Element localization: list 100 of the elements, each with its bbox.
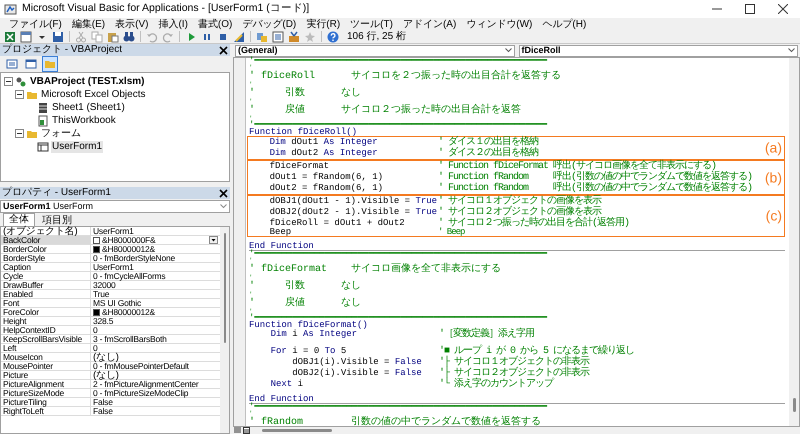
property-name[interactable]: Caption <box>1 263 91 271</box>
property-name[interactable]: Left <box>1 344 91 352</box>
tab[interactable]: 全体 <box>3 213 35 226</box>
tab[interactable]: 項目別 <box>37 215 77 226</box>
maximize-icon[interactable] <box>745 4 755 14</box>
property-value: &H80000012& <box>102 244 155 254</box>
code-comment: ' Function fDiceFormat 呼出(サイコロ画像を全て非表示にする) <box>438 161 716 172</box>
help-icon[interactable] <box>327 30 339 42</box>
horizontal-scrollbar[interactable] <box>262 429 332 432</box>
dropdown-button-icon[interactable] <box>209 236 218 244</box>
menu-item[interactable]: 表示(V) <box>110 18 154 30</box>
workbook-icon <box>37 114 49 126</box>
form-icon <box>37 140 49 152</box>
cursor-position: 106 行, 25 桁 <box>347 31 406 42</box>
properties-icon[interactable] <box>272 30 284 42</box>
comment-line: ' 戻値 なし <box>249 298 362 309</box>
scrollbar[interactable] <box>220 227 229 433</box>
property-name[interactable]: MousePointer <box>1 362 91 370</box>
code-line: Dim i As Integer <box>270 329 358 340</box>
tree-item[interactable]: VBAProject (TEST.xlsm) <box>29 76 146 88</box>
window-title: Microsoft Visual Basic for Applications - [UserForm1 (コード)] <box>22 1 310 16</box>
property-name[interactable]: PictureAlignment <box>1 380 91 388</box>
menu-item[interactable]: 書式(O) <box>192 18 238 30</box>
code-comment: '├ サイコロ１オブジェクトの非表示 <box>439 357 590 368</box>
comment-line: '━━━━━━━━━━━━━━━━━━━━━━━━━━━━━━━━━━━━━━━━━━━━━━━━━━━━━━ <box>249 315 547 322</box>
form-icon[interactable] <box>20 30 32 42</box>
paste-icon[interactable] <box>107 30 119 42</box>
close-icon[interactable] <box>219 46 228 54</box>
comment-line: ' fRandom 引数の値の中でランダムで数値を返答する <box>249 417 542 428</box>
view-toggle-button[interactable] <box>42 56 58 72</box>
code-line: Function fDiceFormat() <box>249 322 368 329</box>
tree-item[interactable]: ThisWorkbook <box>51 114 117 126</box>
property-name[interactable]: BackColor <box>1 236 91 244</box>
menu-item[interactable]: ファイル(F) <box>4 18 67 30</box>
property-name[interactable]: Font <box>1 299 91 307</box>
menu-item[interactable]: デバッグ(D) <box>237 18 302 30</box>
property-name[interactable]: Height <box>1 317 91 325</box>
property-value: 0 <box>93 326 98 334</box>
toolbox-icon[interactable] <box>288 30 300 42</box>
object-dropdown[interactable]: (General) <box>235 44 514 56</box>
property-value: 3 - fmScrollBarsBoth <box>93 334 167 344</box>
close-icon[interactable] <box>778 4 788 14</box>
property-name[interactable]: DrawBuffer <box>1 281 91 289</box>
property-value: (なし) <box>93 370 119 380</box>
comment-line: ' fDiceRoll サイコロを２つ振った時の出目合計を返答する <box>249 71 562 82</box>
code-line: Function fDiceRoll() <box>249 129 358 136</box>
spreadsheet-icon[interactable] <box>4 30 16 42</box>
menu-item[interactable]: 編集(E) <box>66 18 110 30</box>
property-value: (なし) <box>93 352 119 362</box>
project-explorer-icon[interactable] <box>256 30 268 42</box>
property-value: UserForm1 <box>93 226 134 236</box>
property-value: True <box>93 290 110 298</box>
expander-icon[interactable] <box>15 90 24 99</box>
comment-line: ' 引数 なし <box>249 88 362 99</box>
property-name[interactable]: KeepScrollBarsVisible <box>1 335 91 343</box>
menu-item[interactable]: ツール(T) <box>345 18 398 30</box>
tree-item[interactable]: Microsoft Excel Objects <box>40 88 146 100</box>
code-editor[interactable] <box>246 58 789 426</box>
binoculars-icon[interactable] <box>123 30 135 42</box>
property-value: 2 - fmPictureAlignmentCenter <box>93 380 199 388</box>
property-name[interactable]: PictureSizeMode <box>1 389 91 397</box>
property-name[interactable]: Cycle <box>1 272 91 280</box>
property-name[interactable]: BorderStyle <box>1 254 91 262</box>
menu-item[interactable]: 挿入(I) <box>153 18 193 30</box>
property-name[interactable]: BorderColor <box>1 245 91 253</box>
procedure-view-icon[interactable] <box>234 427 241 434</box>
tree-item[interactable]: Sheet1 (Sheet1) <box>51 102 126 114</box>
app-icon <box>4 2 17 16</box>
tree-item[interactable]: フォーム <box>40 128 82 140</box>
property-name[interactable]: RightToLeft <box>1 407 91 415</box>
property-name[interactable]: (オブジェクト名) <box>1 227 91 235</box>
property-name[interactable]: HelpContextID <box>1 326 91 334</box>
expander-icon[interactable] <box>4 77 13 86</box>
property-value: 0 - fmPictureSizeModeClip <box>93 388 188 398</box>
property-value: &H80000012& <box>102 308 155 316</box>
menu-item[interactable]: アドイン(A) <box>398 18 462 30</box>
project-icon <box>15 76 27 88</box>
menu-item[interactable]: ヘルプ(H) <box>537 18 592 30</box>
comment-line: ' fDiceFormat サイコロ画像を全て非表示にする <box>249 264 502 275</box>
menu-item[interactable]: ウィンドウ(W) <box>461 18 538 30</box>
tree-item[interactable]: UserForm1 <box>51 140 104 152</box>
property-name[interactable]: PictureTiling <box>1 398 91 406</box>
expander-icon[interactable] <box>15 129 24 138</box>
full-module-view-icon[interactable] <box>243 427 250 434</box>
save-icon[interactable] <box>52 30 64 42</box>
property-name[interactable]: MouseIcon <box>1 353 91 361</box>
design-mode-icon[interactable] <box>233 30 245 42</box>
property-name[interactable]: ForeColor <box>1 308 91 316</box>
pane-title: プロパティ - UserForm1 <box>2 188 112 198</box>
menu-item[interactable]: 実行(R) <box>301 18 346 30</box>
code-line: dOBJ1(dOut1 - 1).Visible = True <box>268 196 438 207</box>
procedure-dropdown[interactable]: fDiceRoll <box>518 44 798 56</box>
code-comment: '■ ループ i が 0 から 5 になるまで繰り返し <box>439 346 634 357</box>
code-comment: '└ 添え字のカウントアップ <box>439 379 554 390</box>
property-name[interactable]: Enabled <box>1 290 91 298</box>
caret-icon <box>220 204 227 209</box>
close-icon[interactable] <box>219 188 228 198</box>
property-name[interactable]: Picture <box>1 371 91 379</box>
annotation-label: (a) <box>764 140 782 156</box>
object-dropdown[interactable]: UserForm1 UserForm <box>0 200 230 213</box>
